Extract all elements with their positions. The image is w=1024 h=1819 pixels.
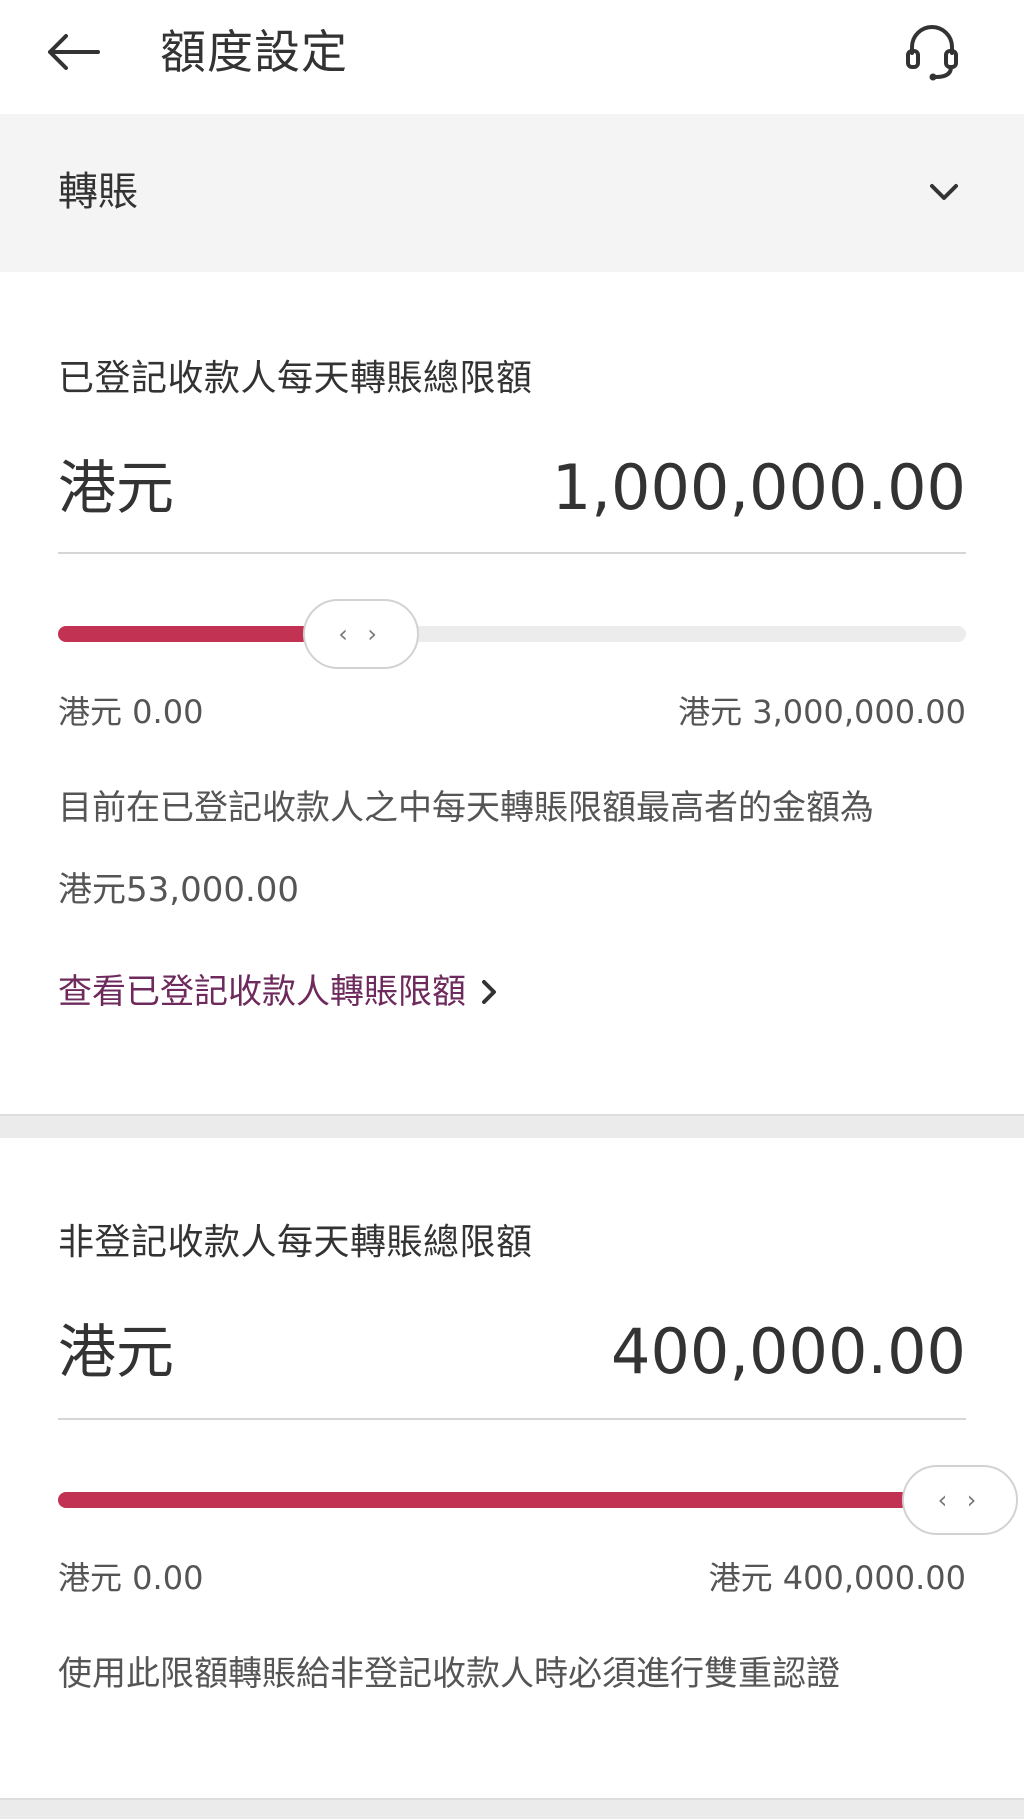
- registered-range-max: 港元 3,000,000.00: [678, 693, 966, 731]
- registered-limit-title: 已登記收款人每天轉賬總限額: [58, 358, 533, 399]
- non-registered-currency: 港元: [58, 1318, 175, 1386]
- non-registered-range-max: 港元 400,000.00: [708, 1559, 966, 1597]
- chevron-right-icon: [480, 979, 498, 1005]
- registered-range-min: 港元 0.00: [58, 693, 204, 731]
- registered-payee-limit-card: 已登記收款人每天轉賬總限額 港元 1,000,000.00 ‹ › 港元 0.0…: [0, 272, 1024, 1114]
- transaction-type-dropdown[interactable]: 轉賬: [0, 114, 1024, 272]
- customer-support-button[interactable]: [900, 20, 964, 84]
- app-header: 額度設定: [0, 0, 1024, 114]
- non-registered-slider-fill: [58, 1492, 966, 1508]
- non-registered-note: 使用此限額轉賬給非登記收款人時必須進行雙重認證: [58, 1654, 840, 1694]
- back-button[interactable]: [46, 24, 110, 80]
- page-title: 額度設定: [160, 25, 348, 79]
- registered-amount-underline: [58, 552, 966, 554]
- chevron-down-icon: [920, 172, 968, 212]
- non-registered-amount-underline: [58, 1418, 966, 1420]
- bottom-divider: [0, 1798, 1024, 1819]
- non-registered-payee-limit-card: 非登記收款人每天轉賬總限額 港元 400,000.00 ‹ › 港元 0.00 …: [0, 1138, 1024, 1798]
- registered-note-line1: 目前在已登記收款人之中每天轉賬限額最高者的金額為: [58, 788, 874, 828]
- registered-note-line2: 港元53,000.00: [58, 870, 300, 910]
- non-registered-limit-title: 非登記收款人每天轉賬總限額: [58, 1222, 533, 1263]
- registered-currency: 港元: [58, 454, 175, 522]
- registered-limit-slider[interactable]: [58, 626, 966, 642]
- view-registered-payee-limits-label: 查看已登記收款人轉賬限額: [58, 972, 466, 1012]
- registered-amount-input[interactable]: 1,000,000.00: [552, 450, 966, 526]
- non-registered-range-min: 港元 0.00: [58, 1559, 204, 1597]
- section-divider: [0, 1114, 1024, 1138]
- headset-icon: [906, 25, 958, 81]
- non-registered-slider-handle[interactable]: ‹ ›: [902, 1465, 1018, 1535]
- non-registered-limit-slider[interactable]: [58, 1492, 966, 1508]
- transaction-type-label: 轉賬: [58, 169, 138, 215]
- registered-slider-handle[interactable]: ‹ ›: [302, 599, 419, 669]
- non-registered-amount-input[interactable]: 400,000.00: [611, 1314, 966, 1390]
- arrow-left-icon: [48, 34, 100, 70]
- view-registered-payee-limits-link[interactable]: 查看已登記收款人轉賬限額: [58, 968, 498, 1016]
